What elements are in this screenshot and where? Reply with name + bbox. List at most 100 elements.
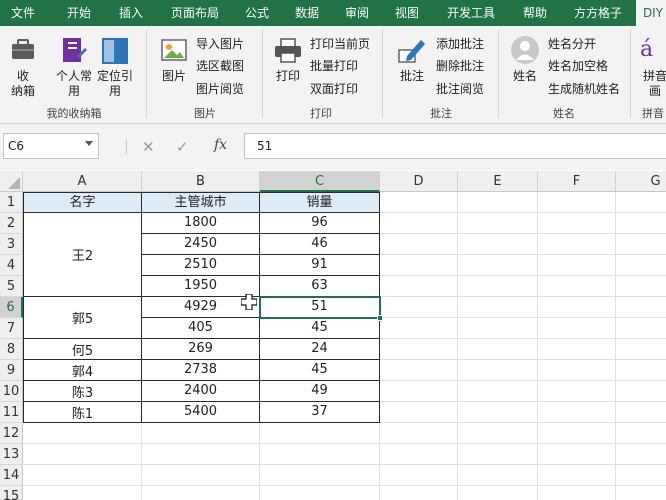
row-header[interactable]: 12 xyxy=(0,423,23,444)
split-name-button[interactable]: 姓名分开 xyxy=(548,34,596,54)
pinyin-icon: á xyxy=(640,37,654,62)
sales-cell[interactable]: 24 xyxy=(260,339,380,360)
formula-input[interactable]: 51 xyxy=(244,133,666,159)
tab-review[interactable]: 审阅 xyxy=(336,0,378,26)
delete-comment-button[interactable]: 删除批注 xyxy=(436,56,484,76)
comment-button[interactable]: 批注 xyxy=(394,69,430,84)
group-label-image: 图片 xyxy=(194,107,216,120)
person-icon xyxy=(510,35,540,65)
row-header[interactable]: 6 xyxy=(0,297,23,318)
gridline xyxy=(457,192,458,500)
tab-help[interactable]: 帮助 xyxy=(512,0,558,26)
name-button[interactable]: 姓名 xyxy=(506,69,544,84)
toolbox-button[interactable]: 收 纳箱 xyxy=(4,69,42,99)
row-header[interactable]: 7 xyxy=(0,318,23,339)
row-header[interactable]: 9 xyxy=(0,360,23,381)
group-label-print: 打印 xyxy=(310,107,332,120)
tab-home[interactable]: 开始 xyxy=(56,0,102,26)
personal-button[interactable]: 个人常 用 xyxy=(50,69,98,99)
sales-cell[interactable]: 37 xyxy=(260,402,380,423)
sales-cell[interactable]: 91 xyxy=(260,255,380,276)
city-cell[interactable]: 2738 xyxy=(142,360,260,381)
column-header-c[interactable]: C xyxy=(260,171,380,192)
row-header[interactable]: 4 xyxy=(0,255,23,276)
city-cell[interactable]: 2450 xyxy=(142,234,260,255)
row-header[interactable]: 15 xyxy=(0,486,23,500)
locate-icon xyxy=(100,36,130,66)
name-cell[interactable]: 何5 xyxy=(24,339,142,360)
sales-cell[interactable]: 96 xyxy=(260,213,380,234)
fill-handle[interactable] xyxy=(377,315,383,321)
city-cell[interactable]: 1800 xyxy=(142,213,260,234)
row-header[interactable]: 2 xyxy=(0,213,23,234)
gridline xyxy=(615,192,616,500)
name-cell[interactable]: 陈1 xyxy=(24,402,142,423)
column-header-g[interactable]: G xyxy=(616,171,666,192)
table-header-name[interactable]: 名字 xyxy=(24,193,142,213)
city-cell[interactable]: 269 xyxy=(142,339,260,360)
tab-formulas[interactable]: 公式 xyxy=(236,0,278,26)
column-header-b[interactable]: B xyxy=(142,171,260,192)
enter-icon[interactable]: ✓ xyxy=(176,138,189,156)
sales-cell[interactable]: 46 xyxy=(260,234,380,255)
row-header[interactable]: 5 xyxy=(0,276,23,297)
tab-insert[interactable]: 插入 xyxy=(108,0,154,26)
add-comment-button[interactable]: 添加批注 xyxy=(436,34,484,54)
tab-fangfang[interactable]: 方方格子 xyxy=(566,0,630,26)
sales-cell[interactable]: 49 xyxy=(260,381,380,402)
tab-developer[interactable]: 开发工具 xyxy=(436,0,506,26)
row-header[interactable]: 10 xyxy=(0,381,23,402)
row-header[interactable]: 1 xyxy=(0,192,23,213)
name-box[interactable]: C6 xyxy=(3,133,99,159)
print-button[interactable]: 打印 xyxy=(270,69,306,84)
gridline xyxy=(23,485,666,486)
sales-cell[interactable]: 45 xyxy=(260,360,380,381)
table-header-sales[interactable]: 销量 xyxy=(260,193,380,213)
column-header-a[interactable]: A xyxy=(23,171,142,192)
sales-cell[interactable]: 45 xyxy=(260,318,380,339)
tab-file[interactable]: 文件 xyxy=(0,0,46,26)
name-cell[interactable]: 陈3 xyxy=(24,381,142,402)
name-cell[interactable]: 郭4 xyxy=(24,360,142,381)
duplex-print-button[interactable]: 双面打印 xyxy=(310,79,358,99)
pinyin-button[interactable]: 拼音 画 xyxy=(640,69,666,99)
picture-view-button[interactable]: 图片阅览 xyxy=(196,79,244,99)
city-cell[interactable]: 405 xyxy=(142,318,260,339)
comment-view-button[interactable]: 批注阅览 xyxy=(436,79,484,99)
group-divider xyxy=(498,30,499,118)
column-header-f[interactable]: F xyxy=(538,171,616,192)
row-header[interactable]: 3 xyxy=(0,234,23,255)
city-cell[interactable]: 5400 xyxy=(142,402,260,423)
import-pictures-button[interactable]: 导入图片 xyxy=(196,34,244,54)
tab-view[interactable]: 视图 xyxy=(386,0,428,26)
tab-page-layout[interactable]: 页面布局 xyxy=(162,0,228,26)
city-cell[interactable]: 2510 xyxy=(142,255,260,276)
batch-print-button[interactable]: 批量打印 xyxy=(310,56,358,76)
table-header-city[interactable]: 主管城市 xyxy=(142,193,260,213)
row-header[interactable]: 8 xyxy=(0,339,23,360)
locate-reference-button[interactable]: 定位引 用 xyxy=(94,69,136,99)
column-header-d[interactable]: D xyxy=(380,171,458,192)
picture-button[interactable]: 图片 xyxy=(156,69,192,84)
name-cell[interactable]: 郭5 xyxy=(24,297,142,339)
sales-cell[interactable]: 63 xyxy=(260,276,380,297)
insert-function-button[interactable]: fx xyxy=(214,137,227,153)
city-cell[interactable]: 2400 xyxy=(142,381,260,402)
tab-data[interactable]: 数据 xyxy=(286,0,328,26)
select-all-triangle-icon xyxy=(8,177,20,189)
region-screenshot-button[interactable]: 选区截图 xyxy=(196,56,244,76)
row-header[interactable]: 14 xyxy=(0,465,23,486)
row-header[interactable]: 13 xyxy=(0,444,23,465)
comment-pen-icon xyxy=(397,36,427,66)
chevron-down-icon[interactable] xyxy=(85,141,93,146)
row-header[interactable]: 11 xyxy=(0,402,23,423)
random-name-button[interactable]: 生成随机姓名 xyxy=(548,79,620,99)
name-add-space-button[interactable]: 姓名加空格 xyxy=(548,56,608,76)
cancel-icon[interactable]: ✕ xyxy=(142,138,155,156)
column-header-e[interactable]: E xyxy=(458,171,538,192)
tab-diy[interactable]: DIY xyxy=(636,0,666,26)
name-cell[interactable]: 王2 xyxy=(24,213,142,297)
print-current-page-button[interactable]: 打印当前页 xyxy=(310,34,370,54)
group-label-favorites: 我的收纳箱 xyxy=(46,107,102,120)
picture-icon xyxy=(160,36,188,66)
